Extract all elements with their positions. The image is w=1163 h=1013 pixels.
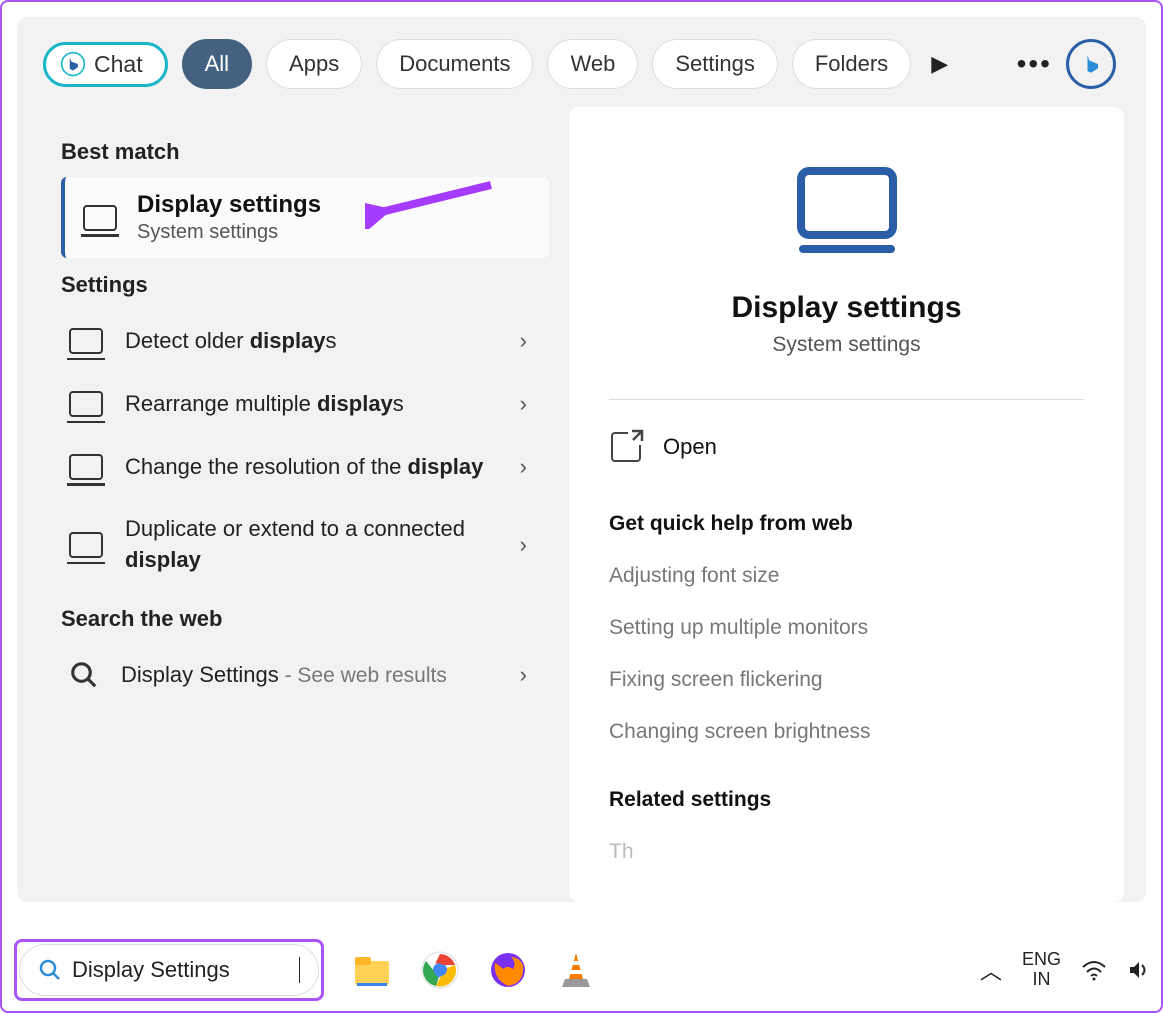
related-settings-header: Related settings bbox=[609, 788, 1084, 812]
quick-help-header: Get quick help from web bbox=[609, 512, 1084, 536]
quick-help-link[interactable]: Changing screen brightness bbox=[609, 720, 1084, 744]
best-match-title: Display settings bbox=[137, 191, 321, 219]
settings-result-row[interactable]: Detect older displays › bbox=[61, 310, 549, 373]
best-match-subtitle: System settings bbox=[137, 221, 321, 244]
web-result-row[interactable]: Display Settings - See web results › bbox=[61, 644, 549, 707]
file-explorer-icon[interactable] bbox=[352, 950, 392, 990]
results-left-column: Best match Display settings System setti… bbox=[39, 107, 549, 902]
system-tray: ︿ ENG IN bbox=[980, 950, 1149, 990]
display-icon bbox=[69, 532, 103, 558]
chevron-right-icon: › bbox=[520, 454, 527, 480]
display-icon bbox=[69, 391, 103, 417]
quick-help-link[interactable]: Adjusting font size bbox=[609, 564, 1084, 588]
open-external-icon bbox=[611, 432, 641, 462]
chevron-right-icon: › bbox=[520, 391, 527, 417]
language-indicator[interactable]: ENG IN bbox=[1022, 950, 1061, 990]
preview-subtitle: System settings bbox=[609, 333, 1084, 357]
tray-overflow-chevron-icon[interactable]: ︿ bbox=[980, 954, 1002, 986]
bing-icon bbox=[1077, 50, 1105, 78]
tab-documents[interactable]: Documents bbox=[376, 39, 533, 89]
more-tabs-arrow-icon[interactable]: ▶ bbox=[931, 51, 948, 77]
tab-all[interactable]: All bbox=[182, 39, 252, 89]
preview-title: Display settings bbox=[609, 291, 1084, 325]
chat-tab[interactable]: Chat bbox=[43, 42, 168, 87]
search-scope-tabs: Chat All Apps Documents Web Settings Fol… bbox=[39, 39, 1124, 89]
settings-result-text: Detect older displays bbox=[125, 326, 498, 357]
volume-icon[interactable] bbox=[1127, 959, 1149, 981]
settings-result-text: Change the resolution of the display bbox=[125, 452, 498, 483]
vlc-icon[interactable] bbox=[556, 950, 596, 990]
search-web-header: Search the web bbox=[61, 606, 549, 632]
chevron-right-icon: › bbox=[520, 662, 527, 688]
quick-help-link[interactable]: Fixing screen flickering bbox=[609, 668, 1084, 692]
settings-section-header: Settings bbox=[61, 272, 549, 298]
divider bbox=[609, 399, 1084, 400]
cutoff-text: Th bbox=[609, 840, 1084, 864]
settings-result-text: Rearrange multiple displays bbox=[125, 389, 498, 420]
best-match-header: Best match bbox=[61, 139, 549, 165]
firefox-icon[interactable] bbox=[488, 950, 528, 990]
chevron-right-icon: › bbox=[520, 532, 527, 558]
settings-result-row[interactable]: Rearrange multiple displays › bbox=[61, 373, 549, 436]
quick-help-link[interactable]: Setting up multiple monitors bbox=[609, 616, 1084, 640]
taskbar-search[interactable]: Display Settings bbox=[19, 944, 319, 996]
search-icon bbox=[69, 660, 99, 690]
bing-corner-button[interactable] bbox=[1066, 39, 1116, 89]
tab-web[interactable]: Web bbox=[547, 39, 638, 89]
chat-tab-label: Chat bbox=[94, 51, 143, 78]
display-icon bbox=[69, 328, 103, 354]
annotation-arrow-icon bbox=[365, 179, 495, 229]
tab-folders[interactable]: Folders bbox=[792, 39, 911, 89]
settings-result-text: Duplicate or extend to a connected displ… bbox=[125, 514, 498, 576]
chrome-icon[interactable] bbox=[420, 950, 460, 990]
taskbar-search-input[interactable]: Display Settings bbox=[72, 957, 300, 983]
web-result-text: Display Settings - See web results bbox=[121, 660, 498, 691]
tab-settings[interactable]: Settings bbox=[652, 39, 778, 89]
taskbar-search-highlight: Display Settings bbox=[14, 939, 324, 1001]
chevron-right-icon: › bbox=[520, 328, 527, 354]
settings-result-row[interactable]: Duplicate or extend to a connected displ… bbox=[61, 498, 549, 592]
more-options-icon[interactable]: ••• bbox=[1017, 48, 1052, 80]
taskbar: Display Settings ︿ ENG IN bbox=[4, 931, 1159, 1009]
search-results-panel: Chat All Apps Documents Web Settings Fol… bbox=[17, 17, 1146, 902]
display-icon bbox=[83, 205, 117, 231]
search-icon bbox=[38, 958, 62, 982]
display-large-icon bbox=[797, 167, 897, 239]
wifi-icon[interactable] bbox=[1081, 959, 1107, 981]
tab-apps[interactable]: Apps bbox=[266, 39, 362, 89]
best-match-result[interactable]: Display settings System settings bbox=[61, 177, 549, 258]
open-action[interactable]: Open bbox=[609, 426, 1084, 468]
settings-result-row[interactable]: Change the resolution of the display › bbox=[61, 436, 549, 499]
result-preview-pane: Display settings System settings Open Ge… bbox=[569, 107, 1124, 902]
bing-chat-icon bbox=[60, 51, 86, 77]
display-icon bbox=[69, 454, 103, 480]
